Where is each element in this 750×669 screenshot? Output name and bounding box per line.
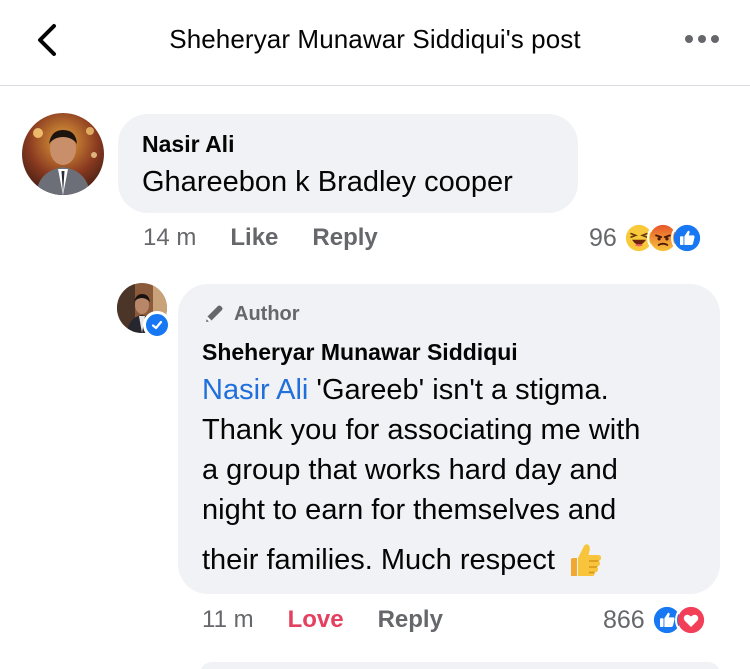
post-header: Sheheryar Munawar Siddiqui's post [0,0,750,86]
reply-button[interactable]: Reply [378,606,443,634]
reply-actions: 11 m Love Reply [202,606,477,634]
more-options-button[interactable] [684,32,720,46]
comment-text: Ghareebon k Bradley cooper [142,166,513,198]
mention-link[interactable]: Nasir Ali [202,374,308,406]
comment-bubble[interactable]: Nasir Ali Ghareebon k Bradley cooper [118,114,578,213]
author-badge-label: Author [234,302,300,325]
reply-text: Nasir Ali 'Gareeb' isn't a stigma. Thank… [202,370,707,580]
more-horizontal-icon [685,35,719,43]
love-button[interactable]: Love [288,606,344,634]
reply-time: 11 m [202,606,254,633]
reply-line: a group that works hard day and [202,454,618,486]
reply-line: Nasir Ali 'Gareeb' isn't a stigma. [202,370,707,410]
thumbs-up-emoji [570,544,602,576]
page-title: Sheheryar Munawar Siddiqui's post [169,24,581,54]
reply-line-last: their families. Much respect [202,540,707,580]
reply-line-text: their families. Much respect [202,544,555,576]
avatar-photo [22,113,104,195]
reaction-summary[interactable]: 866 [603,604,707,636]
avatar[interactable] [22,113,104,195]
comment-actions: 14 m Like Reply [143,224,412,252]
reply-line: night to earn for themselves and [202,494,617,526]
reaction-count: 96 [589,223,617,252]
next-comment-bubble [200,662,720,669]
pencil-icon [206,305,223,322]
reply-bubble[interactable]: Author Sheheryar Munawar Siddiqui Nasir … [178,284,720,594]
reply-line-text: 'Gareeb' isn't a stigma. [308,374,609,406]
comment-time: 14 m [143,224,197,251]
reply-line: Thank you for associating me with [202,414,641,446]
reply-button[interactable]: Reply [312,224,377,252]
comment-author[interactable]: Nasir Ali [142,131,234,158]
author-badge: Author [202,302,300,326]
reply-author[interactable]: Sheheryar Munawar Siddiqui [202,339,518,366]
reaction-count: 866 [603,605,645,634]
reaction-summary[interactable]: 96 [589,222,703,254]
like-icon [670,222,703,254]
like-button[interactable]: Like [230,224,278,252]
verified-badge-icon [143,311,171,339]
love-icon [674,604,707,636]
